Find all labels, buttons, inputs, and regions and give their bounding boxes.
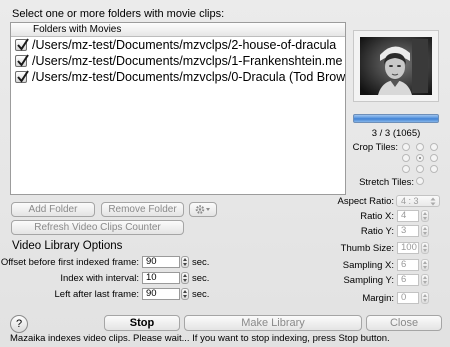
action-menu-button[interactable] (189, 202, 217, 217)
left-after-input[interactable]: 90 (142, 288, 180, 300)
crop-radio-top-left[interactable] (402, 143, 410, 151)
crop-radio-middle-left[interactable] (402, 154, 410, 162)
thumb-size-input[interactable]: 100 (397, 242, 419, 254)
ratio-y-stepper[interactable] (421, 225, 429, 237)
folder-row[interactable]: /Users/mz-test/Documents/mzvclps/2-house… (11, 37, 345, 53)
make-library-button[interactable]: Make Library (184, 315, 362, 331)
checkmark-icon (17, 70, 29, 83)
thumb-size-stepper[interactable] (421, 242, 429, 254)
aspect-ratio-select[interactable]: 4 : 3 (396, 195, 440, 207)
interval-stepper[interactable] (181, 272, 189, 284)
folder-path: /Users/mz-test/Documents/mzvclps/0-Dracu… (32, 70, 345, 84)
folder-checkbox[interactable] (15, 70, 29, 83)
folder-list-header: Folders with Movies (11, 23, 345, 37)
aspect-ratio-label: Aspect Ratio: (337, 196, 395, 207)
left-after-stepper[interactable] (181, 288, 189, 300)
crop-radio-bottom-right[interactable] (430, 165, 438, 173)
left-after-unit: sec. (192, 289, 210, 300)
folder-row[interactable]: /Users/mz-test/Documents/mzvclps/0-Dracu… (11, 69, 345, 85)
folder-checkbox[interactable] (15, 38, 29, 51)
folder-checkbox[interactable] (15, 54, 29, 67)
crop-radio-bottom-center[interactable] (416, 165, 424, 173)
gear-icon (195, 205, 210, 214)
offset-label: Offset before first indexed frame: (0, 257, 139, 268)
crop-tiles-label: Crop Tiles: (352, 142, 398, 153)
progress-bar (353, 114, 439, 123)
stretch-tiles-radio[interactable] (416, 177, 424, 185)
chevron-updown-icon (430, 197, 436, 206)
margin-stepper[interactable] (421, 292, 429, 304)
margin-label: Margin: (362, 293, 394, 304)
offset-stepper[interactable] (181, 256, 189, 268)
left-after-label: Left after last frame: (54, 289, 139, 300)
options-title: Video Library Options (12, 240, 123, 252)
ratio-x-label: Ratio X: (360, 211, 394, 222)
offset-unit: sec. (192, 257, 210, 268)
crop-radio-middle-right[interactable] (430, 154, 438, 162)
interval-label: Index with interval: (60, 273, 139, 284)
crop-radio-top-right[interactable] (430, 143, 438, 151)
crop-radio-bottom-left[interactable] (402, 165, 410, 173)
stop-button[interactable]: Stop (104, 315, 180, 331)
remove-folder-button[interactable]: Remove Folder (101, 202, 184, 217)
thumb-size-label: Thumb Size: (340, 243, 394, 254)
preview-image (354, 31, 438, 101)
instruction-text: Select one or more folders with movie cl… (12, 8, 225, 20)
folder-list[interactable]: Folders with Movies /Users/mz-test/Docum… (10, 22, 346, 195)
folder-row[interactable]: /Users/mz-test/Documents/mzvclps/1-Frank… (11, 53, 345, 69)
ratio-x-stepper[interactable] (421, 210, 429, 222)
sampling-x-input[interactable]: 6 (397, 259, 419, 271)
margin-input[interactable]: 0 (397, 292, 419, 304)
status-text: Mazaika indexes video clips. Please wait… (10, 333, 390, 344)
stretch-tiles-label: Stretch Tiles: (359, 177, 414, 188)
checkmark-icon (17, 38, 29, 51)
checkmark-icon (17, 54, 29, 67)
interval-input[interactable]: 10 (142, 272, 180, 284)
sampling-y-input[interactable]: 6 (397, 274, 419, 286)
close-button[interactable]: Close (366, 315, 442, 331)
crop-radio-center[interactable] (416, 154, 424, 162)
ratio-y-input[interactable]: 3 (397, 225, 419, 237)
crop-radio-top-center[interactable] (416, 143, 424, 151)
sampling-y-label: Sampling Y: (343, 275, 394, 286)
interval-unit: sec. (192, 273, 210, 284)
progress-counter: 3 / 3 (1065) (371, 128, 421, 139)
folder-path: /Users/mz-test/Documents/mzvclps/1-Frank… (32, 54, 343, 68)
folder-path: /Users/mz-test/Documents/mzvclps/2-house… (32, 38, 337, 52)
sampling-x-stepper[interactable] (421, 259, 429, 271)
sampling-y-stepper[interactable] (421, 274, 429, 286)
offset-input[interactable]: 90 (142, 256, 180, 268)
preview-frame (353, 30, 439, 102)
ratio-x-input[interactable]: 4 (397, 210, 419, 222)
aspect-ratio-value: 4 : 3 (401, 196, 419, 206)
add-folder-button[interactable]: Add Folder (11, 202, 95, 217)
sampling-x-label: Sampling X: (342, 260, 394, 271)
ratio-y-label: Ratio Y: (360, 226, 394, 237)
refresh-counter-button[interactable]: Refresh Video Clips Counter (11, 220, 184, 235)
help-button[interactable]: ? (10, 315, 28, 333)
